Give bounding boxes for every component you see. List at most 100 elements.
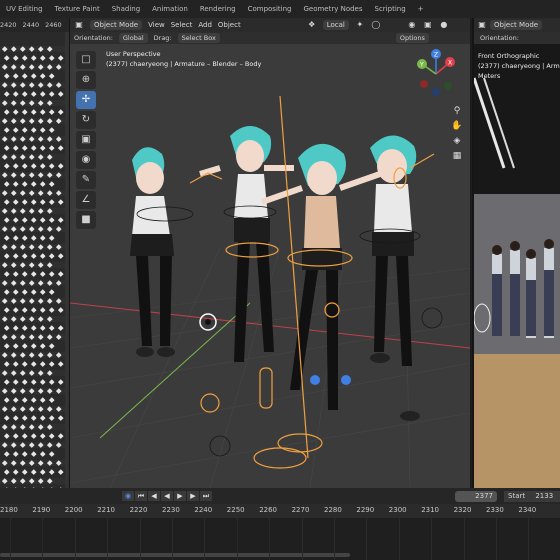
menu-select[interactable]: Select bbox=[171, 21, 193, 29]
keyframe-icon[interactable] bbox=[11, 280, 17, 286]
keyframe-icon[interactable] bbox=[20, 334, 26, 340]
keyframe-icon[interactable] bbox=[2, 424, 8, 430]
keyframe-icon[interactable] bbox=[40, 415, 46, 421]
keyframe-icon[interactable] bbox=[13, 253, 19, 259]
overlay-icon[interactable]: ◉ bbox=[407, 20, 417, 30]
keyframe-icon[interactable] bbox=[49, 73, 55, 79]
keyframe-icon[interactable] bbox=[40, 379, 46, 385]
keyframe-row[interactable] bbox=[0, 424, 69, 430]
keyframe-icon[interactable] bbox=[49, 343, 55, 349]
keyframe-icon[interactable] bbox=[40, 217, 46, 223]
keyframe-icon[interactable] bbox=[47, 118, 53, 124]
keyframe-icon[interactable] bbox=[56, 244, 62, 250]
keyframe-icon[interactable] bbox=[40, 235, 46, 241]
keyframe-icon[interactable] bbox=[11, 352, 17, 358]
keyframe-icon[interactable] bbox=[58, 307, 64, 313]
keyframe-icon[interactable] bbox=[22, 469, 28, 475]
keyframe-icon[interactable] bbox=[13, 271, 19, 277]
keyframe-icon[interactable] bbox=[29, 316, 35, 322]
timeline-ruler[interactable]: 2180 2190 2200 2210 2220 2230 2240 2250 2260 2270… bbox=[0, 504, 560, 518]
keyframe-icon[interactable] bbox=[40, 73, 46, 79]
keyframe-icon[interactable] bbox=[22, 199, 28, 205]
keyframe-icon[interactable] bbox=[20, 64, 26, 70]
keyframe-row[interactable] bbox=[0, 127, 69, 133]
keyframe-icon[interactable] bbox=[13, 109, 19, 115]
keyframe-icon[interactable] bbox=[40, 109, 46, 115]
keyframe-icon[interactable] bbox=[11, 370, 17, 376]
keyframe-icon[interactable] bbox=[11, 334, 17, 340]
tab-animation[interactable]: Animation bbox=[146, 0, 194, 18]
keyframe-icon[interactable] bbox=[11, 460, 17, 466]
keyframe-icon[interactable] bbox=[49, 91, 55, 97]
keyframe-icon[interactable] bbox=[38, 316, 44, 322]
keyframe-icon[interactable] bbox=[56, 280, 62, 286]
keyframe-icon[interactable] bbox=[40, 343, 46, 349]
keyframe-icon[interactable] bbox=[38, 370, 44, 376]
keyframe-icon[interactable] bbox=[47, 298, 53, 304]
keyframe-icon[interactable] bbox=[4, 73, 10, 79]
keyframe-icon[interactable] bbox=[47, 136, 53, 142]
keyframe-icon[interactable] bbox=[4, 325, 10, 331]
keyframe-icon[interactable] bbox=[2, 298, 8, 304]
keyframe-icon[interactable] bbox=[49, 451, 55, 457]
keyframe-icon[interactable] bbox=[13, 361, 19, 367]
keyframe-row[interactable] bbox=[0, 154, 69, 160]
keyframe-row[interactable] bbox=[0, 109, 69, 115]
keyframe-icon[interactable] bbox=[4, 181, 10, 187]
keyframe-icon[interactable] bbox=[47, 442, 53, 448]
keyframe-icon[interactable] bbox=[38, 262, 44, 268]
keyframe-row[interactable] bbox=[0, 73, 69, 79]
keyframe-row[interactable] bbox=[0, 451, 69, 457]
keyframe-icon[interactable] bbox=[4, 379, 10, 385]
keyframe-icon[interactable] bbox=[22, 181, 28, 187]
keyframe-icon[interactable] bbox=[22, 217, 28, 223]
keyframe-row[interactable] bbox=[0, 82, 69, 88]
keyframe-icon[interactable] bbox=[47, 280, 53, 286]
keyframe-icon[interactable] bbox=[22, 73, 28, 79]
keyframe-icon[interactable] bbox=[56, 298, 62, 304]
keyframe-row[interactable] bbox=[0, 172, 69, 178]
keyframe-icon[interactable] bbox=[20, 172, 26, 178]
keyframe-icon[interactable] bbox=[47, 388, 53, 394]
keyframe-icon[interactable] bbox=[49, 469, 55, 475]
keyframe-icon[interactable] bbox=[22, 127, 28, 133]
keyframe-icon[interactable] bbox=[29, 460, 35, 466]
keyframe-icon[interactable] bbox=[11, 154, 17, 160]
keyframe-icon[interactable] bbox=[4, 361, 10, 367]
keyframe-icon[interactable] bbox=[47, 82, 53, 88]
keyframe-icon[interactable] bbox=[40, 469, 46, 475]
keyframe-icon[interactable] bbox=[22, 325, 28, 331]
keyframe-row[interactable] bbox=[0, 64, 69, 70]
keyframe-icon[interactable] bbox=[13, 73, 19, 79]
keyframe-icon[interactable] bbox=[49, 199, 55, 205]
keyframe-icon[interactable] bbox=[58, 361, 64, 367]
keyframe-icon[interactable] bbox=[38, 334, 44, 340]
keyframe-icon[interactable] bbox=[40, 289, 46, 295]
keyframe-icon[interactable] bbox=[38, 352, 44, 358]
keyframe-icon[interactable] bbox=[11, 226, 17, 232]
keyframe-row[interactable] bbox=[0, 136, 69, 142]
keyframe-icon[interactable] bbox=[49, 55, 55, 61]
keyframe-icon[interactable] bbox=[20, 280, 26, 286]
keyframe-icon[interactable] bbox=[38, 100, 44, 106]
keyframe-icon[interactable] bbox=[2, 442, 8, 448]
keyframe-icon[interactable] bbox=[13, 163, 19, 169]
keyframe-icon[interactable] bbox=[11, 82, 17, 88]
keyframe-icon[interactable] bbox=[22, 379, 28, 385]
keyframe-icon[interactable] bbox=[20, 262, 26, 268]
keyframe-icon[interactable] bbox=[11, 388, 17, 394]
record-icon[interactable]: ◉ bbox=[122, 491, 134, 501]
keyframe-icon[interactable] bbox=[29, 154, 35, 160]
keyframe-row[interactable] bbox=[0, 343, 69, 349]
keyframe-icon[interactable] bbox=[58, 199, 64, 205]
keyframe-icon[interactable] bbox=[4, 289, 10, 295]
keyframe-icon[interactable] bbox=[38, 136, 44, 142]
keyframe-icon[interactable] bbox=[31, 307, 37, 313]
keyframe-icon[interactable] bbox=[49, 217, 55, 223]
play-icon[interactable]: ▶ bbox=[174, 491, 186, 501]
keyframe-row[interactable] bbox=[0, 370, 69, 376]
keyframe-icon[interactable] bbox=[31, 217, 37, 223]
tab-rendering[interactable]: Rendering bbox=[194, 0, 242, 18]
proportional-edit-icon[interactable]: ◯ bbox=[371, 20, 381, 30]
keyframe-row[interactable] bbox=[0, 316, 69, 322]
